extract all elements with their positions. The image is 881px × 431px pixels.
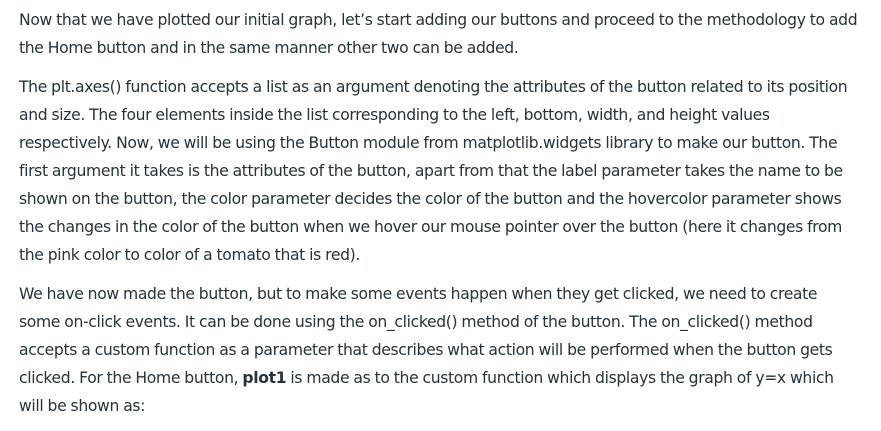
bold-term-plot1: plot1 [242,369,287,387]
paragraph-intro: Now that we have plotted our initial gra… [19,11,858,57]
article-body: Now that we have plotted our initial gra… [19,6,859,431]
paragraph-axes-button: The plt.axes() function accepts a list a… [19,78,848,264]
paragraph-on-click: We have now made the button, but to make… [19,280,859,420]
